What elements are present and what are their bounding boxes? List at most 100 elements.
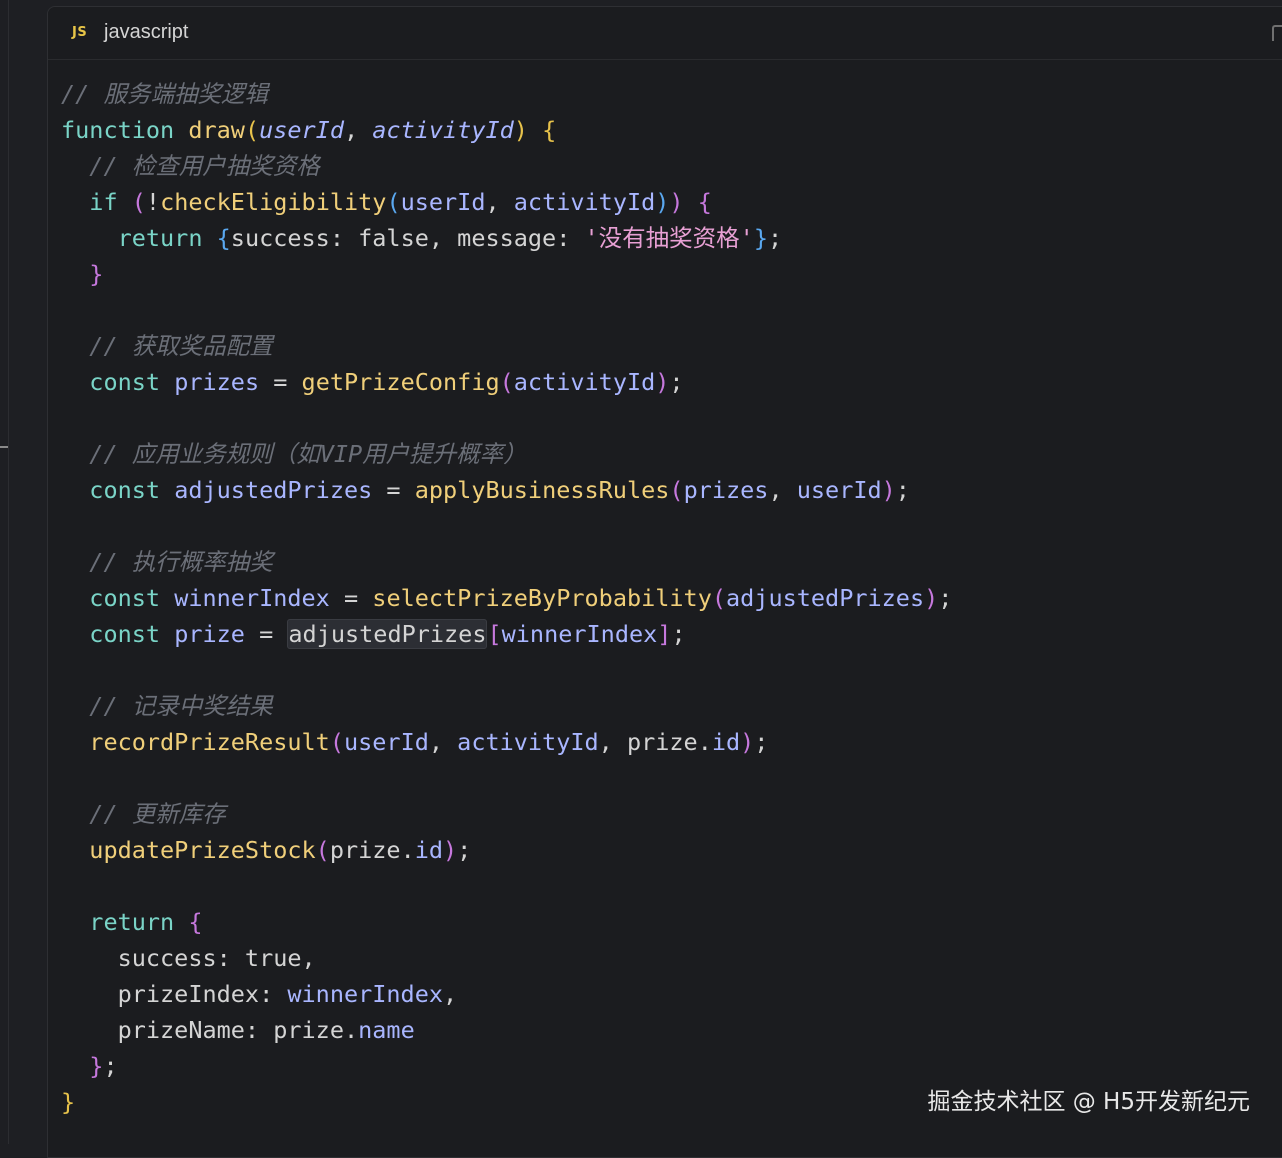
code-line: const prizes = getPrizeConfig(activityId…: [61, 364, 1282, 400]
code-token: [: [487, 620, 502, 648]
code-token: userId: [796, 476, 882, 504]
code-token: prizes: [683, 476, 769, 504]
code-token: ): [655, 368, 670, 396]
code-token: activityId: [372, 116, 514, 144]
code-token: =: [372, 476, 415, 504]
copy-icon[interactable]: [1272, 25, 1282, 41]
code-comment: // 检查用户抽奖资格: [89, 152, 320, 180]
code-token: =: [244, 620, 288, 648]
code-token: adjustedPrizes: [287, 619, 488, 649]
watermark: 掘金技术社区 @ H5开发新纪元: [927, 1089, 1250, 1115]
code-token: draw: [188, 116, 245, 144]
code-token: ,: [428, 728, 458, 756]
code-token: const: [89, 584, 161, 612]
gutter-marker: [0, 446, 8, 448]
gutter-divider: [8, 0, 9, 1144]
code-token: prize: [174, 620, 245, 648]
code-token: ;: [457, 836, 472, 864]
code-line: // 检查用户抽奖资格: [61, 148, 1282, 184]
code-token: getPrizeConfig: [301, 368, 500, 396]
code-line: if (!checkEligibility(userId, activityId…: [61, 184, 1282, 220]
code-content[interactable]: // 服务端抽奖逻辑 function draw(userId, activity…: [61, 76, 1282, 1120]
code-token: !: [145, 188, 161, 216]
code-line: const prize = adjustedPrizes[winnerIndex…: [61, 616, 1282, 652]
js-icon: JS: [72, 25, 88, 40]
code-line: // 服务端抽奖逻辑: [61, 76, 1282, 112]
code-token: adjustedPrizes: [174, 476, 373, 504]
code-token: if: [89, 188, 118, 216]
code-token: ,: [485, 188, 514, 216]
editor-gutter: [0, 0, 46, 1144]
code-token: prizes: [174, 368, 260, 396]
code-line: return {: [61, 904, 1282, 940]
code-token: userId: [259, 116, 344, 144]
code-token: ): [513, 116, 528, 144]
code-token: (: [499, 368, 514, 396]
code-token: ): [881, 476, 896, 504]
code-token: ): [924, 584, 939, 612]
code-token: (: [386, 188, 401, 216]
code-token: userId: [343, 728, 429, 756]
code-token: ): [443, 836, 458, 864]
code-token: , prize.: [598, 728, 712, 756]
code-token: ): [740, 728, 755, 756]
code-token: ;: [103, 1052, 118, 1080]
code-block-header: JS javascript: [48, 7, 1282, 60]
code-line: prizeName: prize.name: [61, 1012, 1282, 1048]
code-token: winnerIndex: [287, 980, 444, 1008]
code-token: ,: [343, 116, 373, 144]
code-token: =: [329, 584, 373, 612]
code-token: name: [358, 1016, 415, 1044]
code-line: // 记录中奖结果: [61, 688, 1282, 724]
code-line: function draw(userId, activityId) {: [61, 112, 1282, 148]
code-token: }: [61, 1088, 76, 1116]
code-token: activityId: [457, 728, 599, 756]
code-token: (: [711, 584, 727, 612]
code-block: JS javascript // 服务端抽奖逻辑 function draw(us…: [47, 6, 1282, 1158]
code-token: checkEligibility: [160, 188, 387, 216]
code-token: }: [753, 224, 768, 252]
code-token: ]: [657, 620, 672, 648]
code-line: }: [61, 256, 1282, 292]
code-token: return: [89, 908, 175, 936]
code-token: (: [669, 476, 684, 504]
code-token: const: [89, 368, 161, 396]
code-token: {: [188, 908, 203, 936]
code-token: winnerIndex: [501, 620, 658, 648]
code-line: success: true,: [61, 940, 1282, 976]
code-token: (: [131, 188, 146, 216]
code-token: ): [655, 188, 670, 216]
code-token: function: [61, 116, 175, 144]
code-token: ;: [669, 368, 684, 396]
code-comment: // 应用业务规则（如VIP用户提升概率）: [89, 440, 527, 468]
code-line: updatePrizeStock(prize.id);: [61, 832, 1282, 868]
code-token: success: false, message:: [230, 224, 585, 252]
code-token: prize.: [329, 836, 415, 864]
language-label: javascript: [104, 21, 189, 43]
code-line: // 更新库存: [61, 796, 1282, 832]
